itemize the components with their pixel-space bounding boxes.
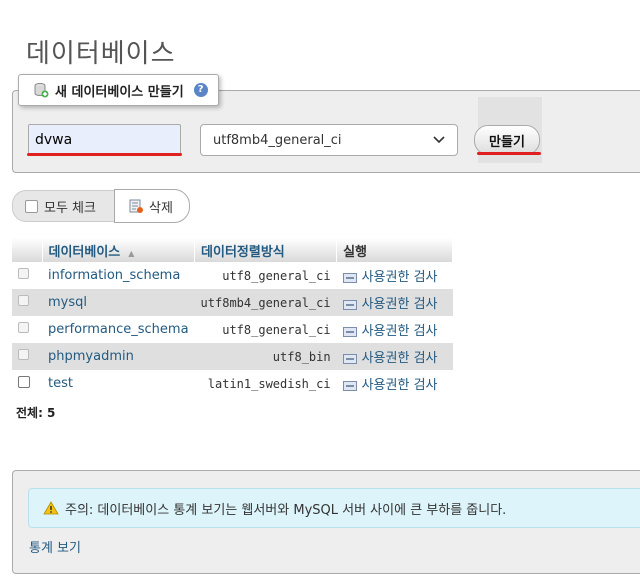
chevron-down-icon [433, 133, 445, 148]
check-privileges-link[interactable]: 사용권한 검사 [336, 316, 453, 343]
notice-text: 주의: 데이터베이스 통계 보기는 웹서버와 MySQL 서버 사이에 큰 부하… [65, 502, 507, 518]
database-name-input[interactable] [28, 124, 181, 156]
name-highlight-underline [27, 153, 182, 156]
table-row: information_schema utf8_general_ci 사용권한 … [12, 262, 453, 289]
row-checkbox-cell [12, 289, 42, 316]
enable-statistics-link[interactable]: 통계 보기 [29, 537, 81, 556]
help-icon[interactable]: ? [193, 83, 208, 97]
create-database-legend: 새 데이터베이스 만들기 ? [18, 74, 219, 106]
header-checkbox-col [12, 238, 43, 262]
collation-cell: latin1_swedish_ci [194, 370, 337, 397]
collation-cell: utf8_bin [194, 343, 337, 370]
privileges-icon [342, 353, 357, 364]
database-name-link[interactable]: test [42, 370, 195, 397]
page-title: 데이터베이스 [26, 39, 176, 70]
check-all-checkbox[interactable] [25, 199, 38, 213]
row-checkbox-cell [12, 343, 42, 370]
collation-cell: utf8_general_ci [194, 262, 337, 289]
delete-button[interactable]: 삭제 [114, 189, 190, 223]
header-database[interactable]: 데이터베이스 ▲ [42, 238, 196, 262]
row-checkbox[interactable] [18, 349, 29, 360]
collation-cell: utf8_general_ci [194, 316, 337, 343]
row-checkbox[interactable] [18, 375, 30, 388]
privileges-icon [342, 299, 357, 310]
database-add-icon [33, 82, 49, 98]
check-privileges-link[interactable]: 사용권한 검사 [336, 370, 453, 397]
row-checkbox-cell [12, 262, 42, 289]
database-name-link[interactable]: phpmyadmin [42, 343, 195, 370]
header-collation[interactable]: 데이터정렬방식 [194, 238, 338, 262]
collation-selected-value: utf8mb4_general_ci [213, 132, 342, 148]
row-checkbox[interactable] [18, 295, 29, 306]
collation-select[interactable]: utf8mb4_general_ci [200, 124, 458, 156]
database-name-link[interactable]: mysql [42, 289, 195, 316]
row-checkbox[interactable] [18, 268, 29, 279]
statistics-notice: 주의: 데이터베이스 통계 보기는 웹서버와 MySQL 서버 사이에 큰 부하… [28, 488, 640, 528]
table-row: test latin1_swedish_ci 사용권한 검사 [12, 370, 453, 397]
create-highlight-underline [477, 152, 541, 155]
table-row: mysql utf8mb4_general_ci 사용권한 검사 [12, 289, 453, 316]
database-name-link[interactable]: information_schema [42, 262, 195, 289]
legend-label: 새 데이터베이스 만들기 [55, 84, 184, 100]
delete-icon [129, 198, 143, 214]
row-checkbox-cell [12, 316, 42, 343]
table-row: performance_schema utf8_general_ci 사용권한 … [12, 316, 453, 343]
database-name-link[interactable]: performance_schema [42, 316, 195, 343]
check-privileges-link[interactable]: 사용권한 검사 [336, 262, 453, 289]
create-button[interactable]: 만들기 [474, 125, 540, 155]
warning-icon [43, 501, 59, 515]
check-privileges-link[interactable]: 사용권한 검사 [336, 289, 453, 316]
sort-asc-icon: ▲ [128, 248, 135, 258]
header-action: 실행 [336, 238, 454, 262]
delete-label: 삭제 [149, 200, 173, 216]
table-row: phpmyadmin utf8_bin 사용권한 검사 [12, 343, 453, 370]
privileges-icon [342, 326, 357, 337]
check-privileges-link[interactable]: 사용권한 검사 [336, 343, 453, 370]
row-checkbox-cell [12, 370, 42, 397]
check-all-label: 모두 체크 [44, 200, 96, 216]
database-table: 데이터베이스 ▲ 데이터정렬방식 실행 information_schema ut… [12, 238, 454, 397]
privileges-icon [342, 272, 357, 283]
row-checkbox[interactable] [18, 322, 29, 333]
collation-cell: utf8mb4_general_ci [194, 289, 337, 316]
check-all-toggle[interactable]: 모두 체크 [12, 190, 115, 222]
total-count: 전체: 5 [16, 406, 56, 420]
privileges-icon [342, 380, 357, 391]
